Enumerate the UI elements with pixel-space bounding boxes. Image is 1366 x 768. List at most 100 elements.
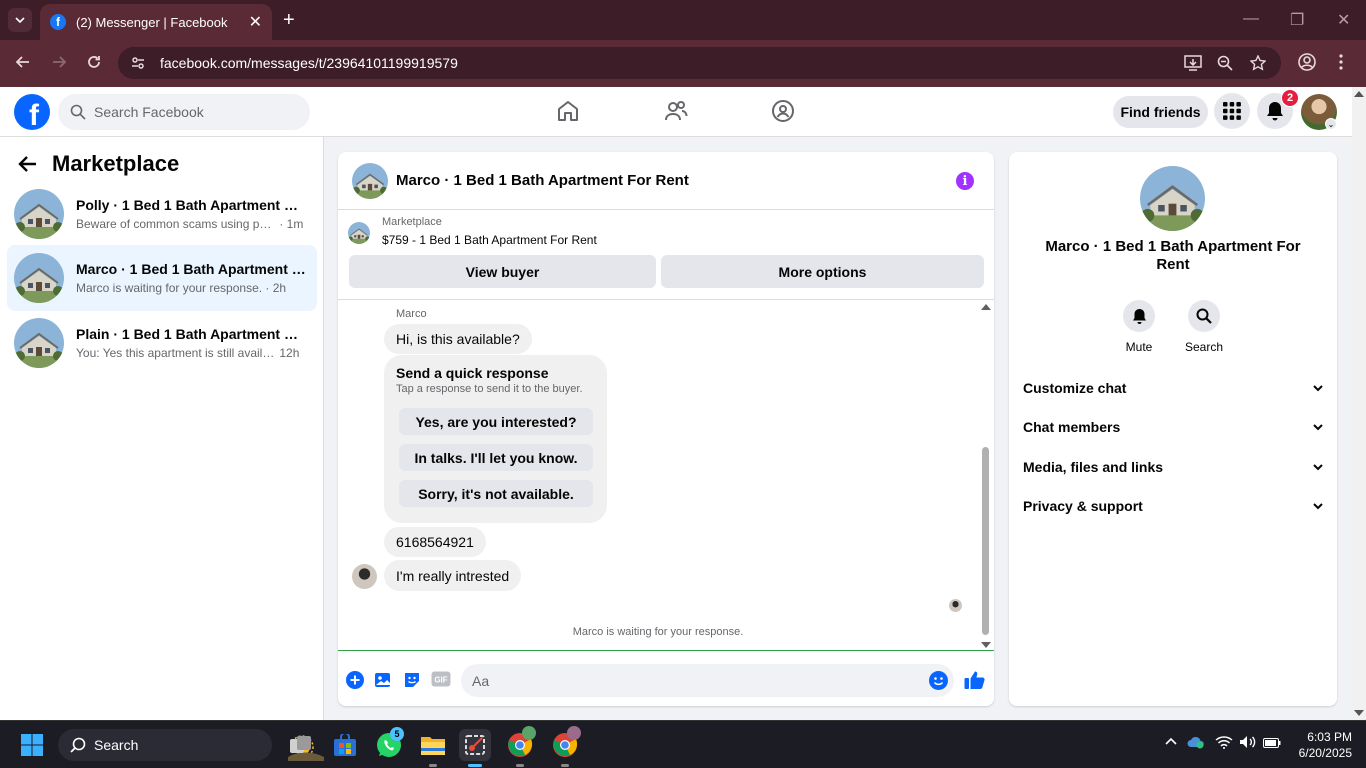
- friends-icon[interactable]: [664, 99, 688, 123]
- volume-icon[interactable]: [1239, 735, 1257, 749]
- quick-response-subtitle: Tap a response to send it to the buyer.: [396, 383, 583, 395]
- chevron-down-icon: [1313, 463, 1323, 470]
- conversation-time: · 1m: [279, 217, 304, 231]
- listing-thumbnail: [14, 189, 64, 239]
- mute-button[interactable]: Mute: [1109, 300, 1169, 354]
- search-icon: [70, 737, 86, 753]
- search-label: Search: [1184, 340, 1224, 354]
- mute-label: Mute: [1125, 340, 1153, 354]
- media-files-links-section[interactable]: Media, files and links: [1023, 457, 1323, 477]
- home-icon[interactable]: [556, 99, 580, 123]
- site-settings-icon[interactable]: [130, 55, 146, 71]
- install-app-icon[interactable]: [1184, 55, 1202, 71]
- message-thread[interactable]: Marco Hi, is this available? Send a quic…: [338, 299, 994, 651]
- find-friends-button[interactable]: Find friends: [1113, 96, 1208, 128]
- chat-members-section[interactable]: Chat members: [1023, 417, 1323, 437]
- listing-price-title[interactable]: $759 - 1 Bed 1 Bath Apartment For Rent: [382, 233, 597, 247]
- conversation-name: Plain · 1 Bed 1 Bath Apartment For ...: [76, 326, 306, 342]
- browser-menu-icon[interactable]: [1338, 53, 1344, 71]
- conversation-item-active[interactable]: Marco · 1 Bed 1 Bath Apartment Fo... Mar…: [7, 245, 317, 311]
- sticker-icon[interactable]: [403, 671, 421, 689]
- facebook-header: f Search Facebook Find friends 2 ⌄: [0, 87, 1352, 137]
- running-indicator: [429, 764, 437, 767]
- address-bar[interactable]: facebook.com/messages/t/2396410119991957…: [118, 47, 1281, 79]
- file-explorer-icon[interactable]: [417, 729, 449, 767]
- customize-chat-section[interactable]: Customize chat: [1023, 378, 1323, 398]
- windows-start-icon[interactable]: [16, 729, 48, 761]
- chevron-down-icon: [1313, 423, 1323, 430]
- search-facebook-input[interactable]: Search Facebook: [58, 94, 310, 130]
- search-conversation-button[interactable]: Search: [1174, 300, 1234, 354]
- page-scrollbar[interactable]: [1352, 87, 1366, 720]
- quick-response-option[interactable]: Yes, are you interested?: [399, 408, 593, 435]
- emoji-icon[interactable]: [929, 671, 948, 690]
- privacy-support-section[interactable]: Privacy & support: [1023, 496, 1323, 516]
- chat-details-thumbnail[interactable]: [1140, 166, 1205, 231]
- whatsapp-badge: 5: [390, 727, 404, 741]
- microsoft-store-icon[interactable]: [329, 729, 361, 761]
- battery-icon[interactable]: [1263, 738, 1281, 748]
- quick-response-option[interactable]: In talks. I'll let you know.: [399, 444, 593, 471]
- browser-tab-bar: f (2) Messenger | Facebook ✕ + — ❐ ✕: [0, 0, 1366, 40]
- forward-icon[interactable]: [50, 53, 68, 71]
- chat-listing-thumbnail[interactable]: [352, 163, 388, 199]
- conversation-item[interactable]: Polly · 1 Bed 1 Bath Apartment For ... B…: [7, 181, 317, 247]
- minimize-icon[interactable]: —: [1243, 10, 1259, 28]
- like-thumb-icon[interactable]: [964, 670, 985, 690]
- sender-name: Marco: [396, 308, 427, 320]
- chat-panel: Marco · 1 Bed 1 Bath Apartment For Rent …: [338, 152, 994, 706]
- message-input[interactable]: Aa: [461, 664, 954, 697]
- chat-details-name: Marco · 1 Bed 1 Bath Apartment For Rent: [1045, 238, 1301, 273]
- back-arrow-icon[interactable]: [18, 155, 38, 173]
- tab-close-icon[interactable]: ✕: [249, 12, 262, 32]
- info-icon[interactable]: i: [956, 172, 974, 190]
- wifi-icon[interactable]: [1215, 735, 1233, 749]
- listing-small-thumbnail: [348, 222, 370, 244]
- bookmark-star-icon[interactable]: [1250, 55, 1266, 71]
- more-actions-icon[interactable]: [346, 671, 364, 689]
- message-bubble[interactable]: I'm really intrested: [384, 560, 522, 591]
- whatsapp-icon[interactable]: 5: [373, 727, 405, 761]
- message-bubble[interactable]: Hi, is this available?: [384, 324, 532, 354]
- facebook-logo-icon[interactable]: f: [14, 94, 50, 130]
- tab-search-button[interactable]: [8, 8, 32, 32]
- browser-toolbar: facebook.com/messages/t/2396410119991957…: [0, 40, 1366, 87]
- window-close-icon[interactable]: ✕: [1337, 10, 1350, 30]
- reload-icon[interactable]: [85, 53, 103, 71]
- account-chevron-icon[interactable]: ⌄: [1325, 118, 1337, 130]
- profile-icon[interactable]: [1298, 53, 1316, 71]
- quick-response-option[interactable]: Sorry, it's not available.: [399, 480, 593, 507]
- thread-scrollbar[interactable]: [981, 300, 992, 652]
- attach-photo-icon[interactable]: [374, 671, 392, 689]
- snipping-tool-icon[interactable]: [459, 729, 491, 767]
- clock-date: 6/20/2025: [1298, 746, 1352, 760]
- view-buyer-button[interactable]: View buyer: [349, 255, 656, 288]
- task-view-icon[interactable]: [285, 729, 317, 761]
- gif-icon[interactable]: GIF: [431, 671, 451, 687]
- groups-icon[interactable]: [771, 99, 795, 123]
- taskbar-search[interactable]: Search: [58, 729, 324, 761]
- menu-grid-icon[interactable]: [1214, 93, 1250, 129]
- message-bubble[interactable]: 6168564921: [384, 527, 486, 557]
- chrome-icon[interactable]: [504, 726, 536, 767]
- chrome-profile-badge: [522, 726, 536, 740]
- system-clock[interactable]: 6:03 PM 6/20/2025: [1290, 729, 1352, 761]
- more-options-button[interactable]: More options: [661, 255, 984, 288]
- scrollbar-thumb[interactable]: [982, 447, 989, 635]
- conversation-item[interactable]: Plain · 1 Bed 1 Bath Apartment For ... Y…: [7, 310, 317, 376]
- back-icon[interactable]: [14, 53, 32, 71]
- new-tab-button[interactable]: +: [283, 9, 295, 32]
- sender-avatar[interactable]: [352, 564, 377, 589]
- chrome-profile-2-icon[interactable]: [549, 726, 581, 767]
- maximize-icon[interactable]: ❐: [1290, 10, 1304, 30]
- conversation-time: · 2h: [265, 281, 287, 295]
- chevron-down-icon: [1313, 502, 1323, 509]
- chat-title[interactable]: Marco · 1 Bed 1 Bath Apartment For Rent: [396, 172, 689, 189]
- conversation-name: Polly · 1 Bed 1 Bath Apartment For ...: [76, 197, 306, 213]
- zoom-icon[interactable]: [1217, 55, 1233, 71]
- show-hidden-icons[interactable]: [1165, 737, 1177, 745]
- search-placeholder: Search Facebook: [94, 104, 204, 120]
- onedrive-icon[interactable]: [1187, 735, 1205, 749]
- browser-tab[interactable]: f (2) Messenger | Facebook ✕: [40, 4, 272, 40]
- chat-details-panel: Marco · 1 Bed 1 Bath Apartment For Rent …: [1009, 152, 1337, 706]
